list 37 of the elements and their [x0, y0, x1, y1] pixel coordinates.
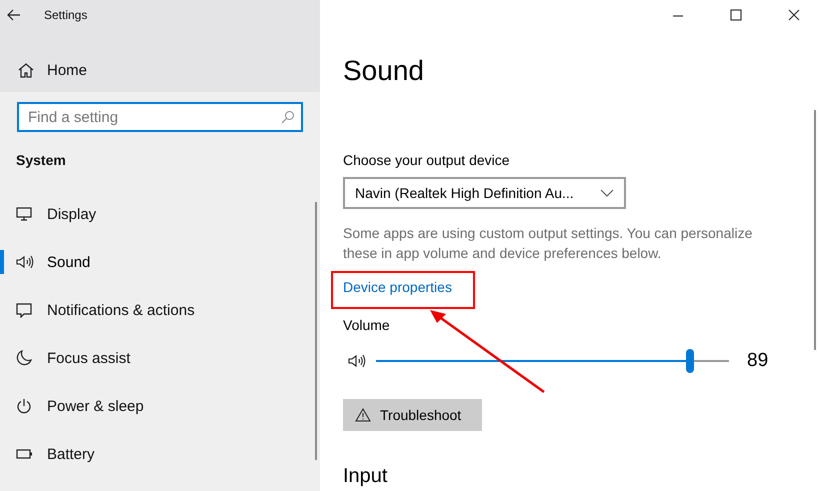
close-icon[interactable] — [788, 9, 800, 21]
home-icon[interactable] — [18, 62, 34, 78]
output-device-dropdown[interactable]: Navin (Realtek High Definition Au... — [343, 177, 626, 209]
warning-icon — [355, 408, 371, 422]
volume-value: 89 — [747, 350, 768, 372]
nav-item[interactable]: Sound — [0, 238, 320, 286]
nav-item[interactable]: Display — [0, 190, 320, 238]
window-title: Settings — [44, 8, 88, 22]
nav-item[interactable]: Power & sleep — [0, 382, 320, 430]
search-field[interactable]: Find a setting — [17, 102, 303, 132]
volume-label: Volume — [343, 317, 391, 333]
chevron-icon — [600, 189, 614, 197]
maximize-icon[interactable] — [730, 9, 742, 21]
speaker-icon — [16, 255, 34, 269]
message-icon — [16, 302, 32, 318]
battery-icon — [16, 449, 33, 459]
nav-item[interactable]: Battery — [0, 430, 320, 478]
power-icon — [16, 398, 32, 414]
section-heading: Input — [343, 464, 388, 488]
selection-indicator — [0, 250, 4, 274]
field-label: Choose your output device — [343, 152, 511, 168]
description-text: Some apps are using custom output settings. You can personalize these in app volume and device preferences below. — [343, 224, 754, 263]
scrollbar[interactable] — [315, 202, 317, 460]
troubleshoot-button[interactable]: Troubleshoot — [343, 399, 482, 431]
back-arrow-icon[interactable] — [7, 9, 21, 21]
moon-icon — [16, 350, 32, 366]
slider-thumb[interactable] — [686, 349, 694, 373]
section-heading: System — [16, 152, 67, 168]
monitor-icon — [16, 207, 32, 221]
speaker-icon[interactable] — [348, 353, 368, 369]
scrollbar[interactable] — [814, 110, 816, 350]
search-icon — [281, 110, 295, 124]
page-title: Sound — [343, 54, 425, 88]
device-properties-link[interactable]: Device properties — [343, 279, 452, 295]
nav-item[interactable]: Notifications & actions — [0, 286, 320, 334]
nav-item[interactable]: Focus assist — [0, 334, 320, 382]
home-link[interactable]: Home — [47, 62, 88, 78]
